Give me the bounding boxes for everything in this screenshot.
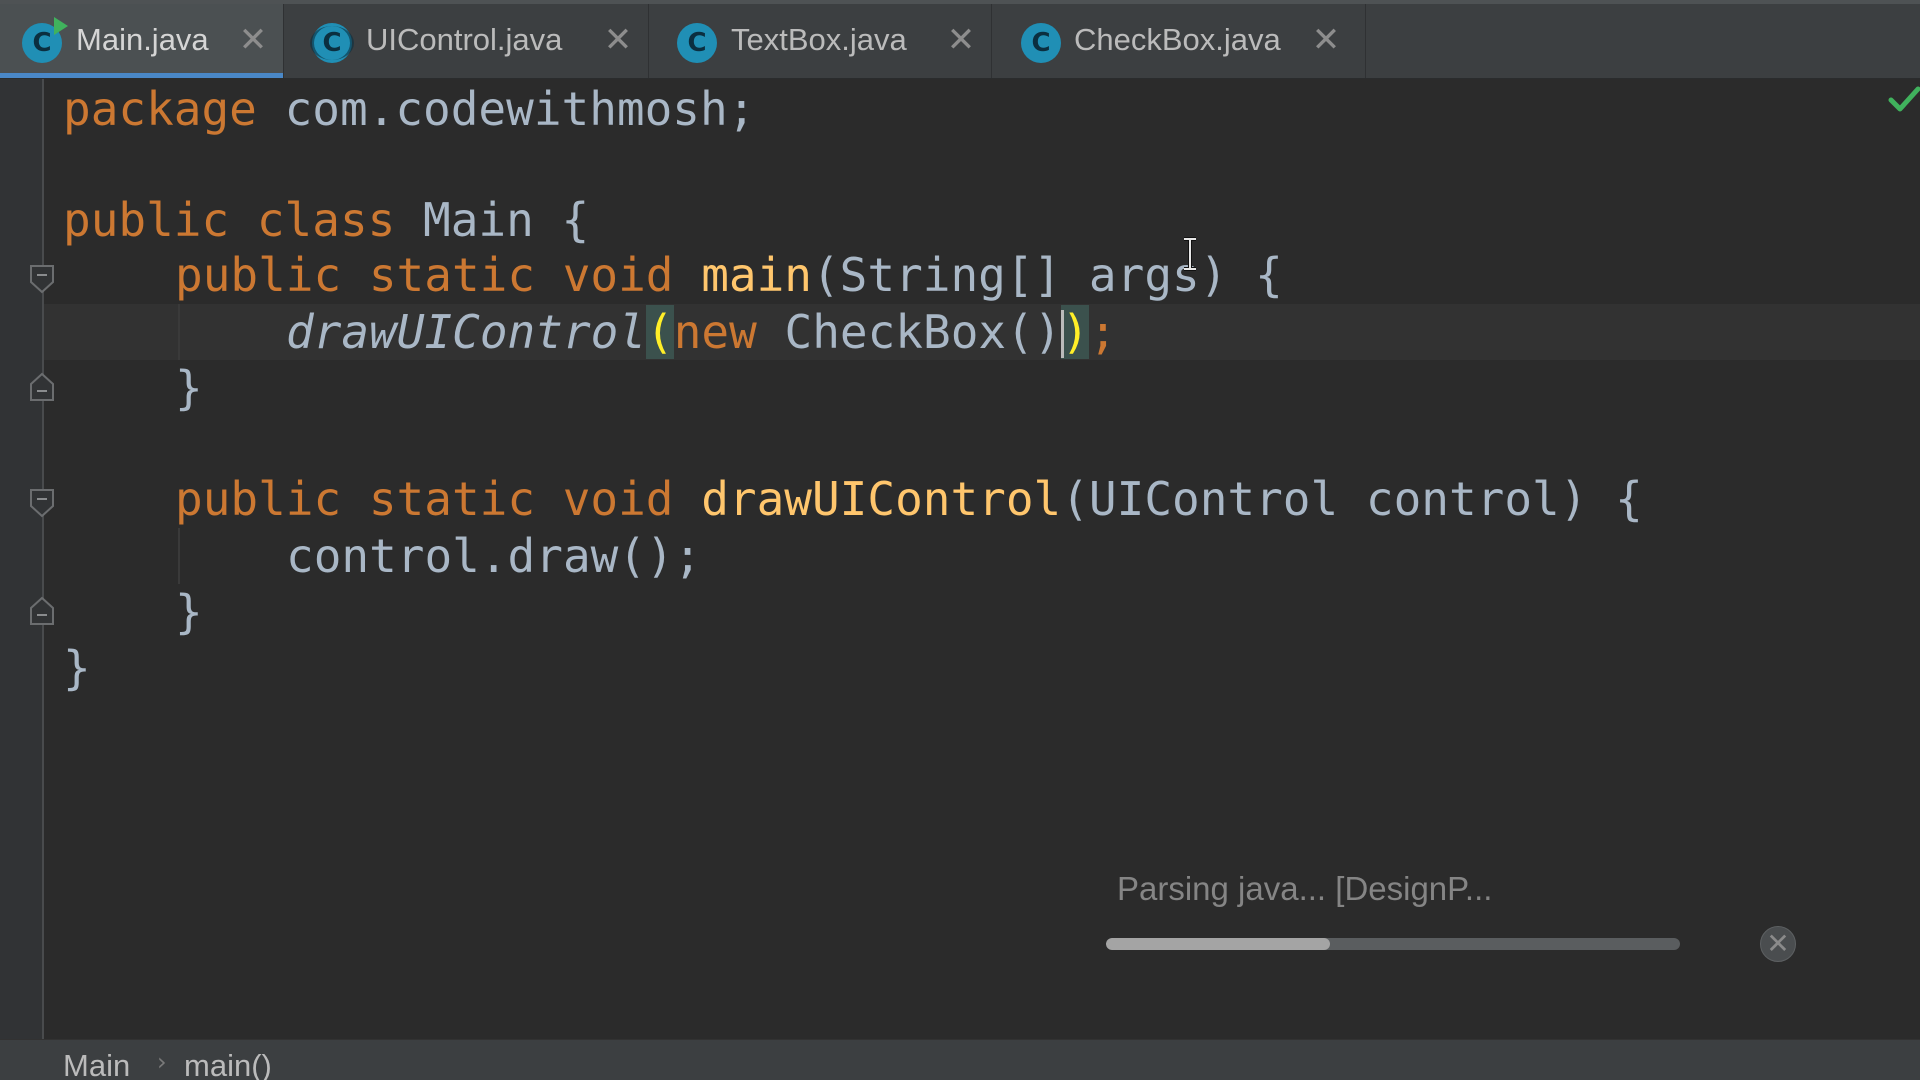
tab-label: TextBox.java	[731, 22, 907, 57]
gutter-divider	[42, 79, 44, 1039]
code-line-4: public static void main(String[] args) {	[175, 248, 1283, 302]
java-abstract-class-icon: C	[310, 23, 354, 63]
fold-start-icon[interactable]	[29, 264, 55, 294]
fold-end-icon[interactable]	[29, 372, 55, 402]
editor-tab-bar: C Main.java ✕ C UIControl.java ✕ C TextB…	[0, 0, 1920, 79]
close-icon[interactable]: ✕	[603, 23, 633, 57]
breadcrumb-item-main[interactable]: Main	[63, 1048, 130, 1080]
tab-label: Main.java	[76, 22, 209, 57]
indent-guide	[178, 528, 180, 584]
code-line-11: }	[63, 641, 91, 695]
tab-label: UIControl.java	[366, 22, 563, 57]
fold-end-icon[interactable]	[29, 596, 55, 626]
text-caret	[1061, 309, 1065, 358]
tab-checkbox-java[interactable]: C CheckBox.java ✕	[992, 4, 1366, 78]
code-line-6: }	[175, 361, 203, 415]
close-icon[interactable]: ✕	[946, 23, 976, 57]
cancel-task-button[interactable]: ✕	[1760, 926, 1796, 962]
tab-label: CheckBox.java	[1074, 22, 1281, 57]
breadcrumb-separator: ›	[157, 1048, 167, 1076]
fold-start-icon[interactable]	[29, 488, 55, 518]
background-task-progress-bar	[1106, 938, 1680, 950]
tab-textbox-java[interactable]: C TextBox.java ✕	[649, 4, 992, 78]
java-class-icon: C	[677, 23, 717, 63]
background-task-label: Parsing java... [DesignP...	[1117, 870, 1493, 907]
java-class-icon: C	[1021, 23, 1061, 63]
editor-gutter[interactable]	[0, 79, 43, 1039]
code-line-5: drawUIControl(new CheckBox());	[286, 305, 1117, 359]
progress-fill	[1106, 938, 1330, 950]
close-icon[interactable]: ✕	[1311, 23, 1341, 57]
code-line-3: public class Main {	[63, 193, 590, 247]
close-icon[interactable]: ✕	[238, 23, 268, 57]
breadcrumb-item-main-method[interactable]: main()	[184, 1048, 272, 1080]
ide-window: C Main.java ✕ C UIControl.java ✕ C TextB…	[0, 0, 1920, 1080]
indent-guide	[178, 304, 180, 360]
code-line-8: public static void drawUIControl(UIContr…	[175, 472, 1643, 526]
text-cursor-icon	[1180, 237, 1200, 271]
code-line-10: }	[175, 585, 203, 639]
inspection-ok-checkmark-icon[interactable]	[1888, 84, 1920, 114]
tab-main-java[interactable]: C Main.java ✕	[0, 4, 284, 78]
code-editor[interactable]: package com.codewithmosh; public class M…	[63, 79, 1643, 695]
breadcrumb: Main › main()	[0, 1039, 1920, 1080]
tab-uicontrol-java[interactable]: C UIControl.java ✕	[284, 4, 649, 78]
java-class-run-icon: C	[22, 17, 68, 63]
code-line-1: package com.codewithmosh;	[63, 82, 756, 136]
code-line-9: control.draw();	[286, 529, 702, 583]
